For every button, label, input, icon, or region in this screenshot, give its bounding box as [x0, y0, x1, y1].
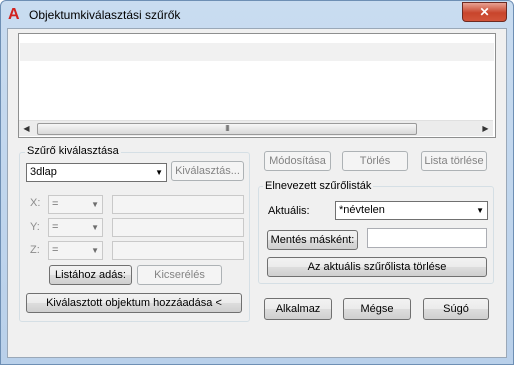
- title-bar: A Objektumkiválasztási szűrők ✕: [1, 1, 513, 29]
- current-filter-label: Aktuális:: [268, 205, 310, 217]
- select-button[interactable]: Kiválasztás...: [171, 161, 244, 181]
- replace-button[interactable]: Kicserélés: [137, 265, 222, 285]
- add-to-list-button[interactable]: Listához adás:: [49, 265, 132, 285]
- close-button[interactable]: ✕: [462, 2, 507, 22]
- add-selected-object-button[interactable]: Kiválasztott objektum hozzáadása <: [26, 293, 242, 313]
- scroll-right-icon[interactable]: ▶: [478, 121, 493, 136]
- x-operator-combo[interactable]: = ▼: [48, 195, 103, 214]
- apply-button[interactable]: Alkalmaz: [264, 298, 332, 320]
- z-operator-value: =: [52, 244, 59, 256]
- named-filters-group-label: Elnevezett szűrőlisták: [263, 180, 374, 192]
- chevron-down-icon: ▼: [476, 206, 484, 215]
- z-value-field[interactable]: [112, 241, 244, 260]
- filter-type-combo[interactable]: 3dlap ▼: [26, 163, 167, 182]
- horizontal-scrollbar[interactable]: ◀ III ▶: [19, 120, 493, 136]
- x-value-field[interactable]: [112, 195, 244, 214]
- save-as-button[interactable]: Mentés másként:: [267, 230, 358, 250]
- window-title: Objektumkiválasztási szűrők: [29, 8, 181, 22]
- y-value-field[interactable]: [112, 218, 244, 237]
- x-operator-value: =: [52, 198, 59, 210]
- chevron-down-icon: ▼: [91, 200, 99, 209]
- autocad-logo-icon: A: [8, 6, 20, 23]
- filter-type-value: 3dlap: [30, 166, 57, 178]
- y-operator-value: =: [52, 221, 59, 233]
- help-button[interactable]: Súgó: [423, 298, 489, 320]
- delete-item-button[interactable]: Törlés: [342, 151, 408, 171]
- save-as-name-input[interactable]: [367, 228, 487, 248]
- z-label: Z:: [30, 244, 40, 256]
- current-filter-combo[interactable]: *névtelen ▼: [335, 201, 488, 220]
- chevron-down-icon: ▼: [155, 168, 163, 177]
- delete-current-filter-list-button[interactable]: Az aktuális szűrőlista törlése: [267, 257, 487, 277]
- y-label: Y:: [30, 221, 40, 233]
- cancel-button[interactable]: Mégse: [343, 298, 411, 320]
- list-item[interactable]: [20, 43, 494, 61]
- scroll-left-icon[interactable]: ◀: [19, 121, 34, 136]
- filter-select-group-label: Szűrő kiválasztása: [25, 145, 121, 157]
- scrollbar-thumb[interactable]: III: [37, 123, 417, 135]
- chevron-down-icon: ▼: [91, 223, 99, 232]
- x-label: X:: [30, 197, 41, 209]
- z-operator-combo[interactable]: = ▼: [48, 241, 103, 260]
- y-operator-combo[interactable]: = ▼: [48, 218, 103, 237]
- edit-item-button[interactable]: Módosítása: [264, 151, 331, 171]
- current-filter-value: *névtelen: [339, 204, 385, 216]
- clear-list-button[interactable]: Lista törlése: [421, 151, 487, 171]
- chevron-down-icon: ▼: [91, 246, 99, 255]
